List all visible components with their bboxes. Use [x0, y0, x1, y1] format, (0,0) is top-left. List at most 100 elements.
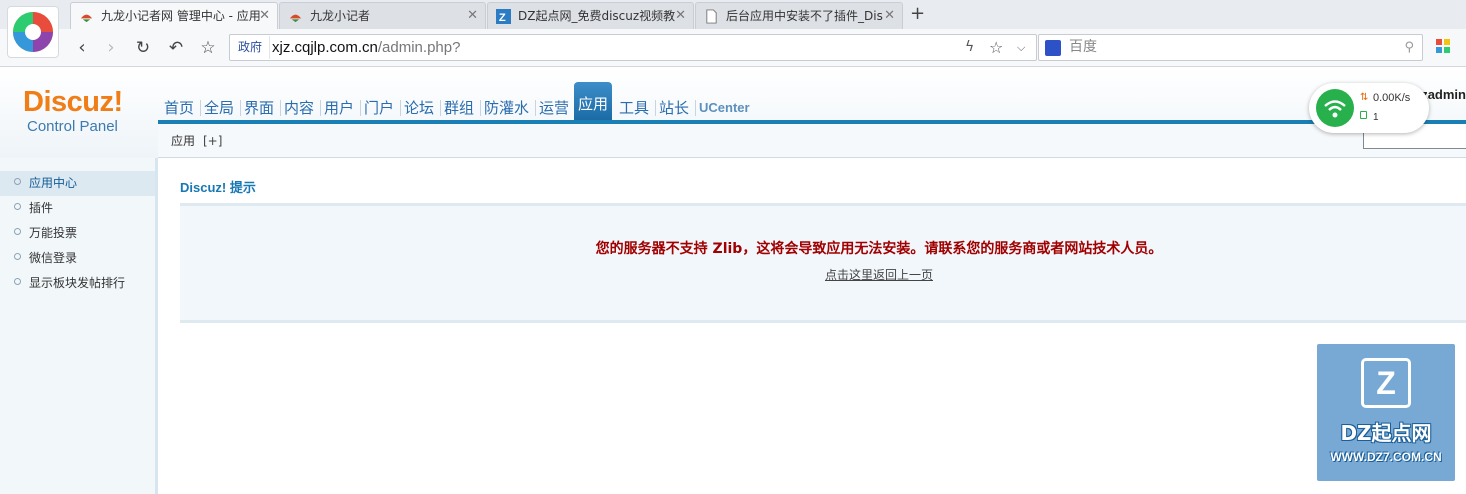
nav-webmaster[interactable]: 站长	[659, 96, 689, 120]
sidebar-item-board-ranking[interactable]: 显示板块发帖排行	[0, 271, 155, 296]
bullet-icon	[14, 228, 21, 235]
bookmark-star-icon[interactable]: ☆	[989, 35, 1003, 60]
close-icon[interactable]: ✕	[259, 3, 270, 29]
nav-content[interactable]: 内容	[284, 96, 314, 120]
nav-divider	[320, 100, 321, 116]
undo-icon[interactable]: ↶	[164, 36, 188, 60]
dz7-favicon-icon: Z	[496, 9, 511, 24]
close-icon[interactable]: ✕	[467, 3, 478, 29]
nav-divider	[655, 100, 656, 116]
nav-global[interactable]: 全局	[204, 96, 234, 120]
nav-antispam[interactable]: 防灌水	[484, 96, 529, 120]
close-icon[interactable]: ✕	[675, 3, 686, 29]
sidebar-item-plugins[interactable]: 插件	[0, 196, 155, 221]
bullet-icon	[14, 203, 21, 210]
tab-dz7[interactable]: Z DZ起点网_免费discuz视频教 ✕	[487, 2, 694, 29]
back-link[interactable]: 点击这里返回上一页	[825, 268, 933, 282]
add-shortcut-button[interactable]: [+]	[203, 124, 222, 158]
nav-apps[interactable]: 应用	[574, 82, 613, 120]
dz7-watermark: Z DZ起点网 WWW.DZ7.COM.CN	[1317, 344, 1455, 481]
nav-operations[interactable]: 运营	[539, 96, 569, 120]
baidu-paw-icon[interactable]	[1045, 40, 1061, 56]
tab-title: DZ起点网_免费discuz视频教	[518, 9, 676, 23]
watermark-logo: Z	[1361, 358, 1411, 408]
network-speed: 0.00K/s	[1373, 92, 1411, 104]
network-speed-widget[interactable]: ⇅ 0.00K/s 1	[1309, 83, 1429, 133]
browser-logo[interactable]	[7, 6, 59, 58]
nav-divider	[360, 100, 361, 116]
url-text[interactable]: xjz.cqjlp.com.cn/admin.php?	[272, 35, 460, 60]
address-bar[interactable]: 政府 xjz.cqjlp.com.cn/admin.php? ϟ ☆ ⌵	[229, 34, 1037, 61]
new-tab-icon[interactable]: +	[910, 3, 925, 25]
discuz-logo[interactable]: Discuz! Control Panel	[23, 86, 133, 135]
connection-count: 1	[1373, 112, 1379, 123]
reload-icon[interactable]: ↻	[131, 36, 155, 60]
close-icon[interactable]: ✕	[884, 3, 895, 29]
sub-nav-bar: 应用 [+]	[158, 124, 1466, 158]
sidebar-item-label: 显示板块发帖排行	[29, 276, 126, 290]
nav-users[interactable]: 用户	[324, 96, 354, 120]
back-icon[interactable]: ‹	[70, 36, 94, 60]
nav-interface[interactable]: 界面	[244, 96, 274, 120]
nav-tools[interactable]: 工具	[619, 96, 649, 120]
nav-divider	[535, 100, 536, 116]
lock-icon	[1360, 111, 1367, 119]
apps-grid-icon[interactable]	[1436, 39, 1450, 53]
up-down-arrow-icon: ⇅	[1360, 92, 1369, 103]
favorite-icon[interactable]: ☆	[196, 36, 220, 60]
sidebar: 应用中心 插件 万能投票 微信登录 显示板块发帖排行	[0, 158, 158, 494]
page-title: Discuz! 提示	[180, 180, 256, 195]
bullet-icon	[14, 178, 21, 185]
nav-divider	[480, 100, 481, 116]
back-link-row: 点击这里返回上一页	[180, 266, 1466, 283]
nav-ucenter[interactable]: UCenter	[699, 96, 750, 120]
search-input[interactable]: 百度	[1069, 35, 1097, 60]
search-bar[interactable]: 百度 ⚲	[1038, 34, 1423, 61]
tab-article[interactable]: 后台应用中安装不了插件_Dis ✕	[695, 2, 903, 29]
discuz-favicon-icon	[289, 14, 302, 23]
url-host: xjz.cqjlp.com.cn	[272, 39, 378, 56]
sidebar-item-label: 微信登录	[29, 251, 78, 265]
nav-portal[interactable]: 门户	[364, 96, 394, 120]
sidebar-item-wechat-login[interactable]: 微信登录	[0, 246, 155, 271]
sidebar-item-voting[interactable]: 万能投票	[0, 221, 155, 246]
sidebar-item-app-center[interactable]: 应用中心	[0, 171, 155, 196]
browser-toolbar: ‹ › ↻ ↶ ☆ 政府 xjz.cqjlp.com.cn/admin.php?…	[0, 29, 1466, 67]
logo-subtitle: Control Panel	[27, 118, 118, 135]
tab-title: 九龙小记者	[310, 9, 371, 23]
url-path: /admin.php?	[377, 39, 461, 56]
tab-strip: 九龙小记者网 管理中心 - 应用 ✕ 九龙小记者 ✕ Z DZ起点网_免费dis…	[0, 0, 1466, 30]
nav-divider	[400, 100, 401, 116]
wifi-icon	[1316, 89, 1354, 127]
nav-divider	[240, 100, 241, 116]
bullet-icon	[14, 278, 21, 285]
forward-icon[interactable]: ›	[99, 36, 123, 60]
sub-nav-title: 应用	[171, 134, 196, 148]
logo-word: Discuz!	[23, 86, 123, 118]
nav-divider	[280, 100, 281, 116]
sidebar-item-label: 插件	[29, 201, 54, 215]
browser-logo-icon	[13, 12, 53, 52]
sidebar-item-label: 万能投票	[29, 226, 78, 240]
nav-groups[interactable]: 群组	[444, 96, 474, 120]
tab-title: 九龙小记者网 管理中心 - 应用	[101, 9, 261, 23]
tab-title: 后台应用中安装不了插件_Dis	[726, 9, 883, 23]
watermark-url: WWW.DZ7.COM.CN	[1330, 450, 1442, 464]
nav-home[interactable]: 首页	[164, 96, 194, 120]
chevron-down-icon[interactable]: ⌵	[1017, 35, 1025, 60]
tab-admin[interactable]: 九龙小记者网 管理中心 - 应用 ✕	[70, 2, 278, 30]
site-badge[interactable]: 政府	[231, 36, 271, 59]
notice-box: 您的服务器不支持 Zlib，这将会导致应用无法安装。请联系您的服务商或者网站技术…	[180, 203, 1466, 323]
lightning-icon[interactable]: ϟ	[965, 35, 974, 60]
nav-divider	[695, 100, 696, 116]
sidebar-item-label: 应用中心	[29, 176, 78, 190]
page-icon	[706, 9, 717, 24]
nav-forum[interactable]: 论坛	[404, 96, 434, 120]
search-icon[interactable]: ⚲	[1404, 35, 1414, 60]
bullet-icon	[14, 253, 21, 260]
nav-divider	[200, 100, 201, 116]
svg-text:Z: Z	[499, 12, 506, 24]
tab-site[interactable]: 九龙小记者 ✕	[279, 2, 486, 29]
nav-divider	[440, 100, 441, 116]
watermark-name: DZ起点网	[1340, 421, 1432, 445]
